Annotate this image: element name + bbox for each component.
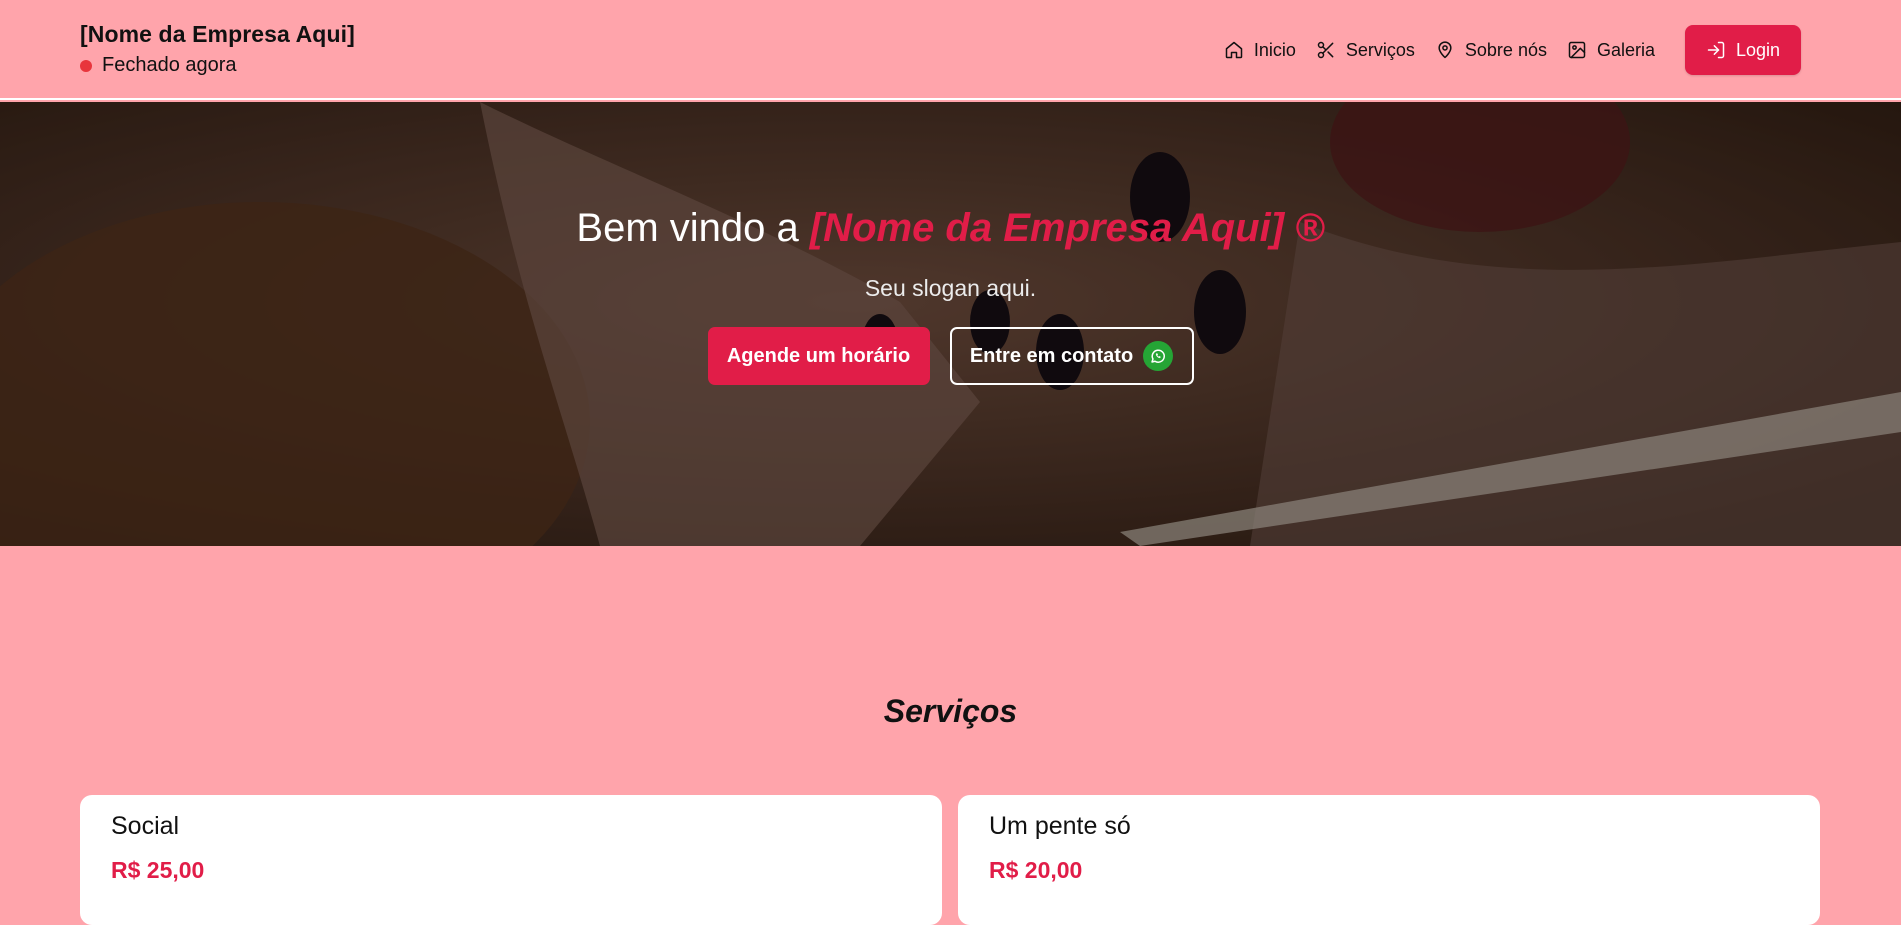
hero-title: Bem vindo a [Nome da Empresa Aqui] ®	[0, 206, 1901, 251]
nav-item-inicio[interactable]: Inicio	[1224, 40, 1296, 61]
status-dot-icon	[80, 59, 92, 72]
map-pin-icon	[1438, 41, 1452, 59]
home-icon	[1225, 41, 1243, 59]
company-name[interactable]: [Nome da Empresa Aqui]	[80, 21, 355, 48]
status-text: Fechado agora	[102, 54, 237, 76]
service-name: Um pente só	[989, 812, 1131, 840]
contact-button[interactable]: Entre em contato	[949, 327, 1194, 385]
main-nav: Inicio Serviços Sobre nós Galeria Login	[1204, 25, 1801, 75]
open-status: Fechado agora	[80, 54, 355, 77]
nav-label: Sobre nós	[1464, 39, 1547, 60]
login-icon	[1707, 41, 1725, 59]
nav-item-galeria[interactable]: Galeria	[1567, 40, 1655, 61]
login-button[interactable]: Login	[1685, 25, 1801, 75]
hero-slogan: Seu slogan aqui.	[864, 275, 1037, 301]
brand: [Nome da Empresa Aqui] Fechado agora	[80, 21, 355, 77]
nav-item-servicos[interactable]: Serviços	[1316, 40, 1415, 61]
whatsapp-icon	[1143, 341, 1174, 371]
service-price: R$ 25,00	[111, 857, 205, 883]
service-card[interactable]: Um pente só R$ 20,00	[958, 795, 1820, 925]
image-icon	[1568, 41, 1586, 59]
hero-content: Bem vindo a [Nome da Empresa Aqui] ® Seu…	[0, 102, 1901, 385]
service-name: Social	[111, 812, 180, 840]
service-card[interactable]: Social R$ 25,00	[80, 795, 942, 925]
nav-label: Inicio	[1253, 39, 1296, 60]
book-appointment-button[interactable]: Agende um horário	[707, 327, 930, 385]
services-section-title: Serviços	[883, 693, 1018, 729]
scissors-icon	[1317, 41, 1334, 59]
login-label: Login	[1735, 39, 1781, 60]
contact-button-label: Entre em contato	[969, 344, 1134, 367]
hero-actions: Agende um horário Entre em contato	[0, 327, 1901, 385]
hero-banner: Bem vindo a [Nome da Empresa Aqui] ® Seu…	[0, 102, 1901, 546]
nav-item-sobre-nos[interactable]: Sobre nós	[1435, 40, 1547, 61]
hero-title-prefix: Bem vindo a	[576, 206, 799, 250]
nav-label: Galeria	[1596, 39, 1655, 60]
hero-title-company: [Nome da Empresa Aqui] ®	[809, 206, 1325, 250]
service-price: R$ 20,00	[989, 857, 1083, 883]
site-header: [Nome da Empresa Aqui] Fechado agora Ini…	[0, 0, 1901, 100]
nav-label: Serviços	[1345, 39, 1415, 60]
